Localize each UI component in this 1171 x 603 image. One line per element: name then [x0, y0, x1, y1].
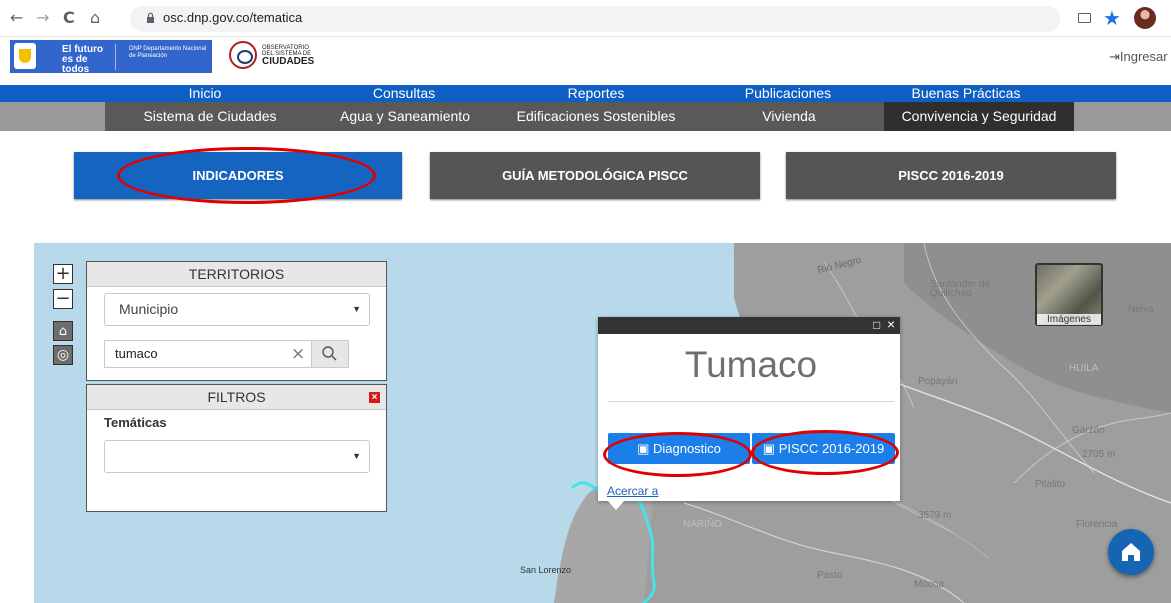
menu-item-reportes[interactable]: Reportes [496, 85, 696, 102]
piscc-popup-button[interactable]: ▣ PISCC 2016-2019 [752, 433, 895, 464]
home-icon[interactable]: ⌂ [90, 8, 100, 28]
menu-item-consultas[interactable]: Consultas [304, 85, 504, 102]
clear-icon[interactable]: × [291, 344, 305, 364]
search-button[interactable] [311, 340, 349, 368]
imagery-label: Imágenes [1037, 314, 1101, 325]
map-label-pitalito: Pitalito [1035, 479, 1066, 490]
map-label-elevation: 3579 m [918, 510, 952, 521]
submenu-item-vivienda[interactable]: Vivienda [689, 102, 889, 131]
floating-home-button[interactable] [1108, 529, 1154, 575]
popup-titlebar [598, 317, 900, 334]
observatory-logo-icon[interactable] [229, 41, 257, 69]
locate-button[interactable]: ◎ [53, 345, 73, 365]
submenu-item-sistema-ciudades[interactable]: Sistema de Ciudades [110, 102, 310, 131]
municipio-select-value: Municipio [119, 301, 179, 317]
map-label-san-lorenzo: San Lorenzo [520, 565, 572, 575]
tab-indicadores[interactable]: INDICADORES [74, 152, 402, 199]
map-label-neiva: Neiva [1128, 304, 1154, 315]
popup-divider [608, 401, 894, 402]
logo-divider [115, 44, 116, 70]
diagnostico-button[interactable]: ▣ Diagnostico [608, 433, 750, 464]
map-home-button[interactable]: ⌂ [53, 321, 73, 341]
map-label-santander: Santander de Quilichao [930, 279, 991, 299]
map-label-garzon: Garzón [1072, 425, 1105, 436]
login-link[interactable]: ⇥Ingresar [1109, 49, 1168, 65]
territorios-title: TERRITORIOS [87, 262, 386, 287]
observatory-title: CIUDADES [262, 56, 315, 67]
tematicas-select[interactable]: ▼ [104, 440, 370, 473]
colombia-shield-icon [14, 43, 36, 69]
tematicas-label: Temáticas [104, 415, 167, 430]
tab-guia-metodologica[interactable]: GUÍA METODOLÓGICA PISCC [430, 152, 760, 199]
zoom-out-button[interactable]: − [53, 289, 73, 309]
acercar-link[interactable]: Acercar a [607, 484, 658, 498]
map-label-huila: HUILA [1069, 363, 1099, 374]
filtros-close-icon[interactable]: × [369, 392, 380, 403]
submenu-item-edificaciones[interactable]: Edificaciones Sostenibles [496, 102, 696, 131]
map-label-mocoa: Mocoa [914, 579, 945, 590]
url-text: osc.dnp.gov.co/tematica [163, 10, 303, 25]
menu-item-buenas-practicas[interactable]: Buenas Prácticas [866, 85, 1066, 102]
menu-item-publicaciones[interactable]: Publicaciones [688, 85, 888, 102]
submenu-item-agua-saneamiento[interactable]: Agua y Saneamiento [305, 102, 505, 131]
zoom-in-button[interactable]: + [53, 264, 73, 284]
home-icon [1122, 543, 1140, 561]
gov-future-text: El futuro es de todos [62, 44, 104, 75]
popup-pointer [607, 500, 625, 510]
back-icon[interactable]: ← [10, 8, 23, 28]
dnp-text: DNP Departamento Nacional de Planeación [129, 46, 207, 59]
menu-item-inicio[interactable]: Inicio [105, 85, 305, 102]
reload-icon[interactable]: C [63, 8, 75, 28]
municipio-select[interactable]: Municipio ▼ [104, 293, 370, 326]
map-label-florencia: Florencia [1076, 519, 1118, 530]
popup-title: Tumaco [684, 344, 818, 385]
search-icon [322, 346, 337, 361]
login-label: Ingresar [1119, 49, 1168, 64]
piscc-popup-label: PISCC 2016-2019 [778, 441, 885, 456]
filtros-title: FILTROS [87, 385, 386, 410]
tab-piscc[interactable]: PISCC 2016-2019 [786, 152, 1116, 199]
chevron-down-icon: ▼ [352, 451, 361, 461]
map-label-garzon-elevation: 2705 m [1082, 449, 1116, 460]
chevron-down-icon: ▼ [352, 304, 361, 314]
map-label-pasto: Pasto [817, 570, 843, 581]
bookmark-star-icon[interactable]: ★ [1103, 6, 1121, 30]
maximize-icon[interactable]: □ [873, 318, 880, 332]
lock-icon [147, 12, 154, 23]
popup-close-icon[interactable]: × [887, 317, 895, 331]
forward-icon[interactable]: → [36, 8, 49, 28]
diagnostico-label: Diagnostico [652, 441, 721, 456]
cast-icon[interactable] [1078, 13, 1091, 23]
submenu-item-convivencia[interactable]: Convivencia y Seguridad [879, 102, 1079, 131]
map-label-narino: NARIÑO [683, 519, 722, 530]
map-label-popayan: Popayán [918, 376, 958, 387]
municipio-search-input[interactable]: tumaco [104, 340, 312, 368]
profile-avatar[interactable] [1134, 7, 1156, 29]
